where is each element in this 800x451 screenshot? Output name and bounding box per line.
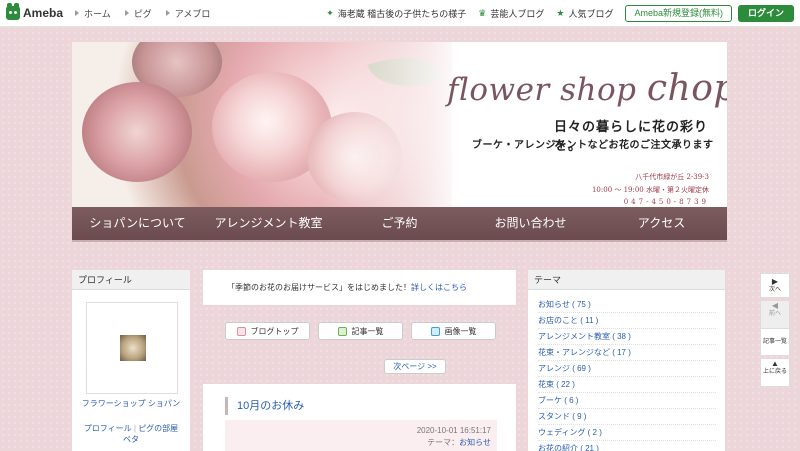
next-entry-button[interactable]: ▶ 次へ — [760, 273, 790, 298]
blog-icon — [236, 326, 246, 336]
triangle-up-icon: ▲ — [771, 359, 779, 368]
blog-nav-buttons: ブログトップ 記事一覧 画像一覧 — [225, 322, 504, 340]
images-button[interactable]: 画像一覧 — [411, 322, 496, 340]
menu-reservation[interactable]: ご予約 — [334, 207, 465, 240]
nav-pig[interactable]: ピグ — [124, 7, 152, 20]
ameba-frog-icon — [6, 3, 20, 20]
triangle-right-icon — [165, 10, 170, 16]
ameba-logo[interactable]: Ameba — [6, 3, 64, 20]
shop-address: 八千代市緑が丘 2-39-3 — [635, 173, 709, 181]
beta-link[interactable]: ベタ — [123, 435, 139, 444]
nav-ameblo[interactable]: アメブロ — [165, 7, 210, 20]
shop-hours: 10:00 〜 19:00 水曜・第２火曜定休 — [591, 186, 709, 194]
profile-links: プロフィール | ピグの部屋 ベタ — [83, 424, 179, 444]
triangle-right-icon: ▶ — [771, 277, 779, 286]
shop-title: flower shop chopin — [447, 68, 727, 109]
blog-top-button[interactable]: ブログトップ — [225, 322, 310, 340]
article-theme-link[interactable]: お知らせ — [459, 438, 491, 447]
global-nav: ホーム ピグ アメブロ — [75, 7, 224, 20]
sub-tagline: ブーケ・アレンジメントなどお花のご注文承ります — [472, 140, 714, 151]
floating-side-nav: ▶ 次へ ◀ 前へ 記事一覧 ▲ 上に戻る — [760, 273, 790, 387]
logo-text: Ameba — [23, 6, 64, 20]
trending-link[interactable]: ✦ 海老蔵 稽古後の子供たちの様子 — [326, 7, 466, 20]
nav-home[interactable]: ホーム — [75, 7, 111, 20]
theme-item[interactable]: アレンジメント教室 ( 38 ) — [538, 329, 716, 345]
menu-contact[interactable]: お問い合わせ — [465, 207, 596, 240]
profile-name[interactable]: フラワーショップ ショパン — [72, 398, 190, 409]
next-page-button[interactable]: 次ページ >> — [384, 359, 446, 374]
shop-phone: 047-450-8739 — [623, 198, 709, 206]
theme-panel: テーマ お知らせ ( 75 ) お店のこと ( 11 ) アレンジメント教室 (… — [528, 270, 725, 451]
blog-header-banner[interactable]: flower shop chopin 日々の暮らしに花の彩りを。 ブーケ・アレン… — [72, 42, 727, 242]
theme-item[interactable]: お花の紹介 ( 21 ) — [538, 441, 716, 451]
theme-item[interactable]: スタンド ( 9 ) — [538, 409, 716, 425]
notice-bar: 「季節のお花のお届けサービス」をはじめました！詳しくはこちら — [203, 270, 516, 305]
theme-item[interactable]: お知らせ ( 75 ) — [538, 297, 716, 313]
side-articles-button[interactable]: 記事一覧 — [760, 329, 790, 356]
notice-link[interactable]: 詳しくはこちら — [411, 283, 467, 292]
article-card: 10月のお休み 2020-10-01 16:51:17 テーマ：お知らせ — [203, 384, 516, 451]
theme-item[interactable]: アレンジ ( 69 ) — [538, 361, 716, 377]
star-icon: ★ — [556, 8, 565, 18]
triangle-left-icon: ◀ — [771, 301, 779, 310]
theme-item[interactable]: お店のこと ( 11 ) — [538, 313, 716, 329]
profile-panel: プロフィール フラワーショップ ショパン プロフィール | ピグの部屋 ベタ — [72, 270, 190, 451]
profile-title: プロフィール — [72, 270, 190, 290]
global-header: Ameba ホーム ピグ アメブロ ✦ 海老蔵 稽古後の子供たちの様子 ♛ 芸能人ブ… — [0, 0, 800, 27]
theme-item[interactable]: 花束・アレンジなど ( 17 ) — [538, 345, 716, 361]
back-to-top-button[interactable]: ▲ 上に戻る — [760, 359, 790, 387]
menu-access[interactable]: アクセス — [596, 207, 727, 240]
prev-entry-button[interactable]: ◀ 前へ — [760, 301, 790, 329]
login-button[interactable]: ログイン — [737, 5, 794, 22]
pig-room-link[interactable]: ピグの部屋 — [138, 424, 178, 433]
article-theme: テーマ：お知らせ — [427, 438, 491, 447]
menu-lessons[interactable]: アレンジメント教室 — [203, 207, 334, 240]
triangle-right-icon — [124, 10, 129, 16]
theme-item[interactable]: 花束 ( 22 ) — [538, 377, 716, 393]
profile-image-frame[interactable] — [86, 302, 178, 394]
popular-blog-link[interactable]: ★ 人気ブログ — [556, 7, 613, 20]
notice-text: 「季節のお花のお届けサービス」をはじめました！ — [227, 283, 411, 292]
article-date: 2020-10-01 16:51:17 — [416, 426, 491, 435]
theme-item[interactable]: ウェディング ( 2 ) — [538, 425, 716, 441]
theme-list: お知らせ ( 75 ) お店のこと ( 11 ) アレンジメント教室 ( 38 … — [538, 297, 716, 451]
register-button[interactable]: Ameba新規登録(無料) — [625, 5, 732, 22]
profile-link[interactable]: プロフィール — [84, 424, 132, 433]
articles-button[interactable]: 記事一覧 — [318, 322, 403, 340]
triangle-right-icon — [75, 10, 80, 16]
crown-icon: ♛ — [478, 8, 487, 18]
camera-icon — [430, 326, 440, 336]
article-title[interactable]: 10月のお休み — [225, 397, 304, 415]
sparkle-icon: ✦ — [326, 8, 334, 18]
profile-image[interactable] — [120, 335, 146, 361]
header-right: ✦ 海老蔵 稽古後の子供たちの様子 ♛ 芸能人ブログ ★ 人気ブログ Ameba新規登… — [326, 0, 794, 27]
theme-title: テーマ — [528, 270, 725, 290]
article-meta: 2020-10-01 16:51:17 テーマ：お知らせ — [225, 420, 497, 451]
theme-item[interactable]: ブーケ ( 6 ) — [538, 393, 716, 409]
blog-menu: ショパンについて アレンジメント教室 ご予約 お問い合わせ アクセス — [72, 207, 727, 240]
menu-about[interactable]: ショパンについて — [72, 207, 203, 240]
celebrity-blog-link[interactable]: ♛ 芸能人ブログ — [478, 7, 544, 20]
document-icon — [337, 326, 347, 336]
